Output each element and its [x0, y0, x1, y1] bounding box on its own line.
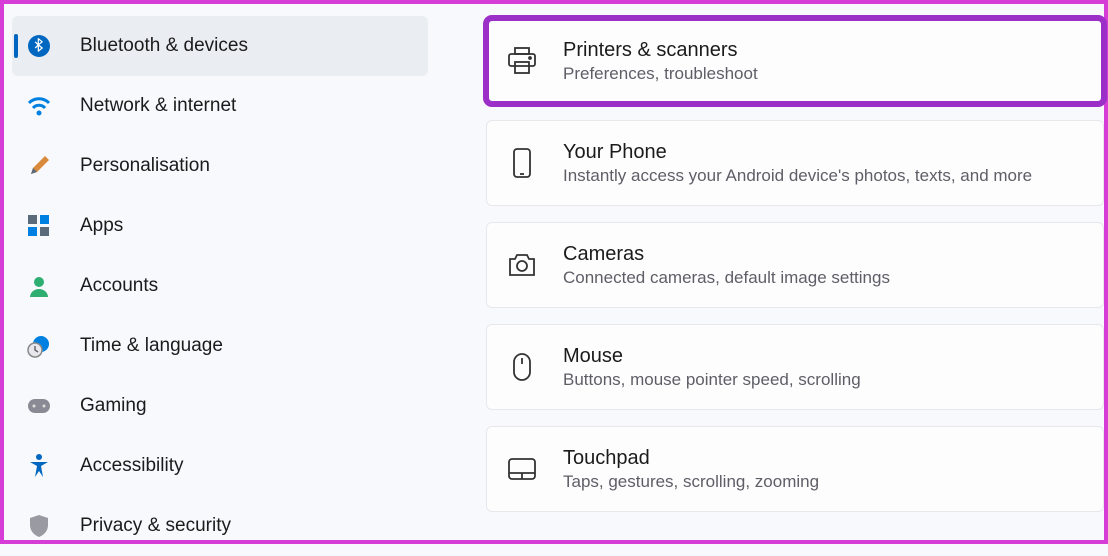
- accessibility-icon: [26, 453, 52, 479]
- touchpad-icon: [507, 454, 537, 484]
- sidebar-item-label: Privacy & security: [80, 515, 231, 537]
- mouse-icon: [507, 352, 537, 382]
- sidebar-item-accessibility[interactable]: Accessibility: [12, 436, 428, 496]
- sidebar-item-accounts[interactable]: Accounts: [12, 256, 428, 316]
- sidebar-item-label: Network & internet: [80, 95, 236, 117]
- card-subtitle: Instantly access your Android device's p…: [563, 166, 1032, 186]
- card-mouse[interactable]: Mouse Buttons, mouse pointer speed, scro…: [486, 324, 1104, 410]
- sidebar-item-time-language[interactable]: Time & language: [12, 316, 428, 376]
- card-title: Touchpad: [563, 447, 819, 470]
- card-printers-scanners[interactable]: Printers & scanners Preferences, trouble…: [486, 18, 1104, 104]
- shield-icon: [26, 513, 52, 539]
- sidebar-item-privacy-security[interactable]: Privacy & security: [12, 496, 428, 556]
- phone-icon: [507, 148, 537, 178]
- sidebar-item-bluetooth-devices[interactable]: Bluetooth & devices: [12, 16, 428, 76]
- card-your-phone[interactable]: Your Phone Instantly access your Android…: [486, 120, 1104, 206]
- card-title: Your Phone: [563, 141, 1032, 164]
- sidebar-item-personalisation[interactable]: Personalisation: [12, 136, 428, 196]
- card-cameras[interactable]: Cameras Connected cameras, default image…: [486, 222, 1104, 308]
- card-subtitle: Connected cameras, default image setting…: [563, 268, 890, 288]
- wifi-icon: [26, 93, 52, 119]
- card-subtitle: Preferences, troubleshoot: [563, 64, 758, 84]
- card-title: Cameras: [563, 243, 890, 266]
- sidebar-item-label: Personalisation: [80, 155, 210, 177]
- clock-globe-icon: [26, 333, 52, 359]
- sidebar-item-label: Bluetooth & devices: [80, 35, 248, 57]
- sidebar: Bluetooth & devices Network & internet P…: [4, 4, 434, 540]
- camera-icon: [507, 250, 537, 280]
- main-content: Printers & scanners Preferences, trouble…: [434, 4, 1104, 540]
- sidebar-item-label: Time & language: [80, 335, 223, 357]
- card-touchpad[interactable]: Touchpad Taps, gestures, scrolling, zoom…: [486, 426, 1104, 512]
- brush-icon: [26, 153, 52, 179]
- card-subtitle: Buttons, mouse pointer speed, scrolling: [563, 370, 861, 390]
- sidebar-item-label: Gaming: [80, 395, 147, 417]
- bluetooth-icon: [26, 33, 52, 59]
- sidebar-item-apps[interactable]: Apps: [12, 196, 428, 256]
- sidebar-item-label: Apps: [80, 215, 123, 237]
- card-title: Printers & scanners: [563, 39, 758, 62]
- person-icon: [26, 273, 52, 299]
- apps-icon: [26, 213, 52, 239]
- gamepad-icon: [26, 393, 52, 419]
- sidebar-item-network-internet[interactable]: Network & internet: [12, 76, 428, 136]
- card-title: Mouse: [563, 345, 861, 368]
- sidebar-item-gaming[interactable]: Gaming: [12, 376, 428, 436]
- sidebar-item-label: Accounts: [80, 275, 158, 297]
- printer-icon: [507, 46, 537, 76]
- card-subtitle: Taps, gestures, scrolling, zooming: [563, 472, 819, 492]
- sidebar-item-label: Accessibility: [80, 455, 183, 477]
